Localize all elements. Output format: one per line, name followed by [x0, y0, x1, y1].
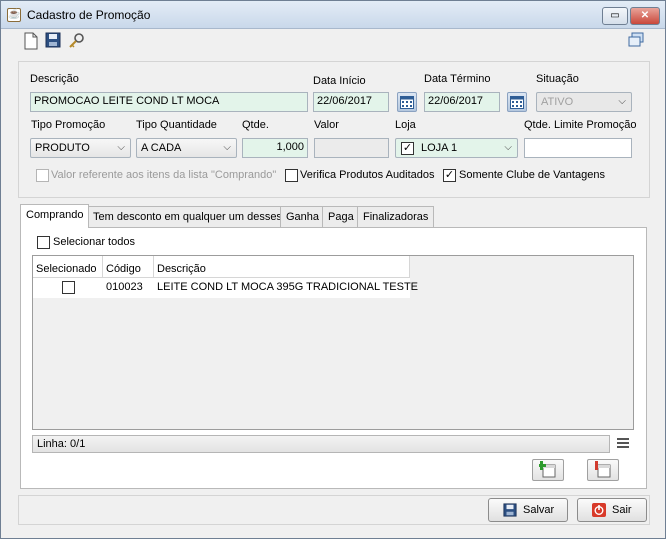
situacao-label: Situação: [536, 73, 579, 85]
remove-row-icon: [595, 461, 611, 478]
selecionar-todos-label: Selecionar todos: [53, 236, 135, 248]
power-off-icon: [592, 503, 606, 517]
verifica-label: Verifica Produtos Auditados: [300, 169, 435, 181]
situacao-select[interactable]: ATIVO ⌵: [536, 92, 632, 112]
promotion-window: ☕ Cadastro de Promoção ▭ ✕ Descrição PRO…: [0, 0, 666, 539]
salvar-label: Salvar: [523, 504, 555, 516]
row-counter: Linha: 0/1: [37, 438, 86, 450]
close-button[interactable]: ✕: [630, 7, 660, 25]
qtde-label: Qtde.: [242, 119, 269, 131]
loja-check[interactable]: ✓: [401, 142, 414, 155]
new-document-icon[interactable]: [23, 32, 41, 50]
qtde-field[interactable]: 1,000: [242, 138, 308, 158]
search-key-icon[interactable]: [68, 32, 86, 50]
tab-paga[interactable]: Paga: [322, 206, 360, 228]
data-termino-calendar-button[interactable]: [507, 92, 527, 112]
tab-finalizadoras[interactable]: Finalizadoras: [357, 206, 435, 228]
sair-button[interactable]: Sair: [577, 498, 647, 522]
add-row-button[interactable]: [532, 459, 564, 481]
products-table: Selecionado Código Descrição 010023 LEIT…: [32, 255, 634, 430]
column-header-codigo[interactable]: Código: [103, 256, 154, 278]
salvar-button[interactable]: Salvar: [488, 498, 568, 522]
column-header-descricao[interactable]: Descrição: [154, 256, 410, 278]
restore-button[interactable]: ▭: [602, 7, 628, 25]
title-bar: ☕ Cadastro de Promoção ▭ ✕: [1, 1, 665, 29]
tab-comprando[interactable]: Comprando: [20, 204, 90, 228]
loja-select[interactable]: ✓ LOJA 1 ⌵: [395, 138, 518, 158]
selecionar-todos-checkbox[interactable]: [37, 236, 50, 249]
tipo-promocao-select[interactable]: PRODUTO ⌵: [30, 138, 131, 158]
chevron-down-icon: ⌵: [117, 142, 125, 153]
java-app-icon: ☕: [7, 8, 21, 22]
data-inicio-field[interactable]: 22/06/2017: [313, 92, 389, 112]
save-disk-icon: [503, 503, 517, 517]
data-termino-field[interactable]: 22/06/2017: [424, 92, 500, 112]
grid-status-bar: Linha: 0/1: [32, 435, 610, 453]
loja-label: Loja: [395, 119, 416, 131]
chevron-down-icon: ⌵: [618, 96, 626, 107]
loja-value: LOJA 1: [421, 142, 458, 154]
data-termino-label: Data Término: [424, 73, 491, 85]
save-disk-icon[interactable]: [45, 32, 63, 50]
somente-clube-checkbox[interactable]: ✓: [443, 169, 456, 182]
chevron-down-icon: ⌵: [223, 142, 231, 153]
valor-field[interactable]: [314, 138, 389, 158]
calendar-icon: [510, 96, 524, 109]
remove-row-button[interactable]: [587, 459, 619, 481]
sair-label: Sair: [612, 504, 632, 516]
valor-referente-checkbox[interactable]: [36, 169, 49, 182]
row-codigo-cell[interactable]: 010023: [103, 278, 154, 298]
window-copy-icon[interactable]: [627, 32, 645, 50]
row-select-checkbox[interactable]: [62, 281, 75, 294]
verifica-checkbox[interactable]: [285, 169, 298, 182]
column-menu-icon[interactable]: [617, 438, 629, 451]
somente-clube-label: Somente Clube de Vantagens: [459, 169, 605, 181]
chevron-down-icon: ⌵: [504, 142, 512, 153]
data-inicio-calendar-button[interactable]: [397, 92, 417, 112]
tipo-promocao-value: PRODUTO: [35, 142, 90, 154]
window-title: Cadastro de Promoção: [27, 8, 151, 22]
tab-ganha[interactable]: Ganha: [280, 206, 326, 228]
qtde-limite-field[interactable]: [524, 138, 632, 158]
valor-referente-label: Valor referente aos itens da lista "Comp…: [51, 169, 277, 181]
tipo-quantidade-label: Tipo Quantidade: [136, 119, 217, 131]
valor-label: Valor: [314, 119, 339, 131]
descricao-label: Descrição: [30, 73, 79, 85]
situacao-value: ATIVO: [541, 96, 574, 108]
row-selecionado-cell[interactable]: [33, 278, 103, 298]
tipo-promocao-label: Tipo Promoção: [31, 119, 106, 131]
calendar-icon: [400, 96, 414, 109]
data-inicio-label: Data Início: [313, 75, 366, 87]
qtde-limite-label: Qtde. Limite Promoção: [524, 119, 637, 131]
column-header-selecionado[interactable]: Selecionado: [33, 256, 103, 278]
add-row-icon: [539, 461, 556, 478]
descricao-field[interactable]: PROMOCAO LEITE COND LT MOCA: [30, 92, 308, 112]
tipo-quantidade-value: A CADA: [141, 142, 182, 154]
tab-tem-desconto[interactable]: Tem desconto em qualquer um desses: [87, 206, 288, 228]
tipo-quantidade-select[interactable]: A CADA ⌵: [136, 138, 237, 158]
row-descricao-cell[interactable]: LEITE COND LT MOCA 395G TRADICIONAL TEST…: [154, 278, 418, 298]
